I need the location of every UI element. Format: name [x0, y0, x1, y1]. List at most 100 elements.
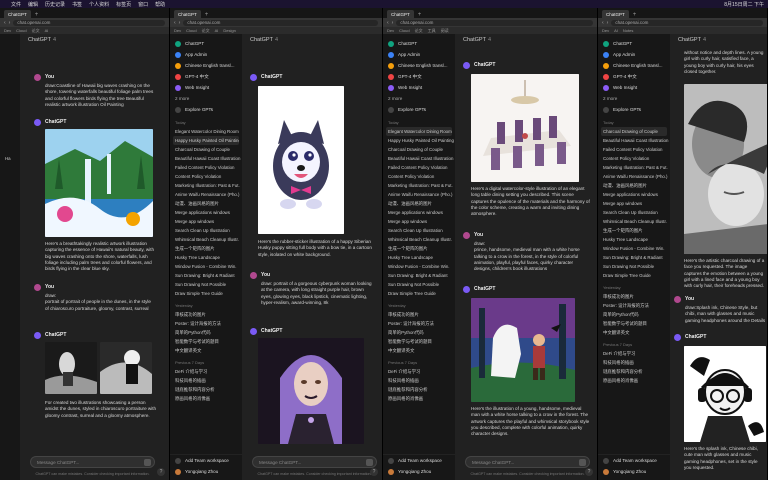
generated-image-dunes-1[interactable] [45, 342, 97, 394]
add-team-workspace-button[interactable]: Add Team workspace [170, 455, 242, 466]
generated-image-cyberpunk-woman[interactable] [258, 338, 364, 444]
conversation-item[interactable]: Content Policy Violation [170, 172, 242, 181]
conversation-item[interactable]: Draw Simple Tree Guide [383, 289, 455, 298]
conversation-item[interactable]: Window Fusion - Combine Win. [598, 244, 670, 253]
conversation-item[interactable]: Merge applications windows [170, 208, 242, 217]
conversation-item[interactable]: Sun Drawing Not Possible [598, 262, 670, 271]
conversation-item[interactable]: Poster: 设计海报的方法 [598, 301, 670, 310]
bookmark-item[interactable]: Cloud [186, 28, 196, 33]
sidebar-gpt-web-insight[interactable]: Web Insight [598, 82, 670, 93]
conversation-item[interactable]: 科技风格的插画 [598, 358, 670, 367]
conversation-item[interactable]: 动漫、油画风格的图片 [170, 199, 242, 208]
conversation-item[interactable]: 科技风格的插画 [170, 376, 242, 385]
sidebar-gpt-translator[interactable]: Chinese English transl... [383, 60, 455, 71]
conversation-item[interactable]: Sun Drawing Not Possible [383, 280, 455, 289]
conversation-item[interactable]: Charcoal Drawing of Couple [383, 145, 455, 154]
conversation-item[interactable]: 审核成功的图片 [383, 310, 455, 319]
conversation-item-active[interactable]: Charcoal Drawing of Couple [601, 127, 667, 136]
conversation-item[interactable]: Failed Content Policy Violation [170, 163, 242, 172]
url-field[interactable]: chat.openai.com [611, 19, 763, 26]
url-field[interactable]: chat.openai.com [13, 19, 165, 26]
sidebar-more-gpts[interactable]: 2 more [383, 93, 455, 104]
bookmark-item[interactable]: Cloud [16, 28, 26, 33]
conversation-item[interactable]: 审核成功的图片 [170, 310, 242, 319]
conversation-item[interactable]: 生成一个矩阵的图片 [383, 244, 455, 253]
conversation-item[interactable]: Failed Content Policy Violation [598, 145, 670, 154]
conversation-item[interactable]: 智能数学与考试的题目 [170, 337, 242, 346]
add-team-workspace-button[interactable]: Add Team workspace [598, 455, 670, 466]
conversation-item[interactable]: Merge applications windows [383, 208, 455, 217]
url-field[interactable]: chat.openai.com [396, 19, 593, 26]
sidebar-explore-gpts[interactable]: Explore GPTs [170, 104, 242, 115]
conversation-item[interactable]: DeFi 介绍与学习 [170, 367, 242, 376]
bookmark-item[interactable]: AI [614, 28, 618, 33]
help-icon[interactable]: ? [370, 468, 378, 476]
conversation-item[interactable]: Marketing Illustration: Past & Fut. [170, 181, 242, 190]
conversation-item[interactable]: Poster: 设计海报的方法 [383, 319, 455, 328]
conversation-item[interactable]: 简单的Python代码 [383, 328, 455, 337]
menu-profile[interactable]: 个人资料 [89, 1, 109, 8]
conversation-item[interactable]: Whimsical Beach Cleanup Illustr. [383, 235, 455, 244]
back-icon[interactable]: ‹ [602, 20, 604, 26]
conversation-item[interactable]: 中文翻译英文 [170, 346, 242, 355]
conversation-item[interactable]: Merge applications windows [598, 190, 670, 199]
tab-chatgpt[interactable]: ChatGPT [387, 10, 414, 18]
conversation-item[interactable]: Sun Drawing: Bright & Radiant [170, 271, 242, 280]
conversation-item[interactable]: Sun Drawing: Bright & Radiant [598, 253, 670, 262]
conversation-item[interactable]: Husky Tree Landscape [170, 253, 242, 262]
bookmark-item[interactable]: 论文 [32, 28, 40, 34]
bookmark-item[interactable]: Dev [4, 28, 11, 33]
conversation-item-active[interactable]: Happy Husky Painted Oil Painting [173, 136, 239, 145]
conversation-item[interactable]: Marketing Illustration: Past & Fut. [383, 181, 455, 190]
menu-tabs[interactable]: 标签页 [116, 1, 131, 8]
conversation-item[interactable]: Anime Waifu Renaissance (Pho.) [170, 190, 242, 199]
conversation-item-active[interactable]: Elegant Watercolor Dining Room [386, 127, 452, 136]
generated-image-watercolor-dining[interactable] [471, 74, 579, 182]
conversation-item[interactable]: 简单的Python代码 [170, 328, 242, 337]
conversation-item[interactable]: Husky Tree Landscape [383, 253, 455, 262]
sidebar-gpt-web-insight[interactable]: Web Insight [170, 82, 242, 93]
help-icon[interactable]: ? [585, 468, 593, 476]
model-selector[interactable]: ChatGPT 4 [242, 34, 382, 46]
forward-icon[interactable]: › [179, 20, 181, 26]
forward-icon[interactable]: › [607, 20, 609, 26]
conversation-item[interactable]: DeFi 介绍与学习 [383, 367, 455, 376]
sidebar-gpt-web-insight[interactable]: Web Insight [383, 82, 455, 93]
conversation-item[interactable]: 谜底推荐和内容分析 [383, 385, 455, 394]
conversation-item[interactable]: 生成一个矩阵的图片 [170, 244, 242, 253]
bookmark-item[interactable]: 论文 [415, 28, 423, 34]
sidebar-gpt-chatgpt[interactable]: ChatGPT [383, 38, 455, 49]
sidebar-gpt-app-admin[interactable]: App Admin [170, 49, 242, 60]
conversation-item[interactable]: 智能数学与考试的题目 [383, 337, 455, 346]
back-icon[interactable]: ‹ [387, 20, 389, 26]
sidebar-gpt-app-admin[interactable]: App Admin [598, 49, 670, 60]
menu-history[interactable]: 历史记录 [45, 1, 65, 8]
user-menu-button[interactable]: Yongqiang Zhou [383, 466, 455, 477]
conversation-item[interactable]: Merge app windows [170, 217, 242, 226]
conversation-item[interactable]: Window Fusion - Combine Win. [383, 262, 455, 271]
user-menu-button[interactable]: Yongqiang Zhou [598, 466, 670, 477]
conversation-item[interactable]: 动漫、油画风格的图片 [598, 181, 670, 190]
send-icon[interactable] [579, 459, 586, 466]
conversation-item[interactable]: Poster: 设计海报的方法 [170, 319, 242, 328]
menu-help[interactable]: 帮助 [155, 1, 165, 8]
conversation-item[interactable]: 原画风格的肖像画 [170, 394, 242, 403]
conversation-item[interactable]: Charcoal Drawing of Couple [170, 145, 242, 154]
conversation-item[interactable]: Draw Simple Tree Guide [170, 289, 242, 298]
conversation-item[interactable]: Elegant Watercolor Dining Room [170, 127, 242, 136]
conversation-item[interactable]: Anime Waifu Renaissance (Pho.) [383, 190, 455, 199]
conversation-item[interactable]: Merge app windows [598, 199, 670, 208]
conversation-item[interactable]: 原画风格的肖像画 [383, 394, 455, 403]
conversation-item[interactable]: Marketing Illustration: Past & Fut. [598, 163, 670, 172]
generated-image-charcoal-couple[interactable] [684, 84, 767, 254]
add-team-workspace-button[interactable]: Add Team workspace [383, 455, 455, 466]
generated-image-dunes-2[interactable] [100, 342, 152, 394]
menu-file[interactable]: 文件 [11, 1, 21, 8]
sidebar-explore-gpts[interactable]: Explore GPTs [598, 104, 670, 115]
generated-image-husky-sticker[interactable] [258, 86, 344, 234]
url-field[interactable]: chat.openai.com [183, 19, 378, 26]
conversation-item[interactable]: 科技风格的插画 [383, 376, 455, 385]
sidebar-explore-gpts[interactable]: Explore GPTs [383, 104, 455, 115]
tab-chatgpt[interactable]: ChatGPT [4, 10, 31, 18]
sidebar-more-gpts[interactable]: 2 more [598, 93, 670, 104]
